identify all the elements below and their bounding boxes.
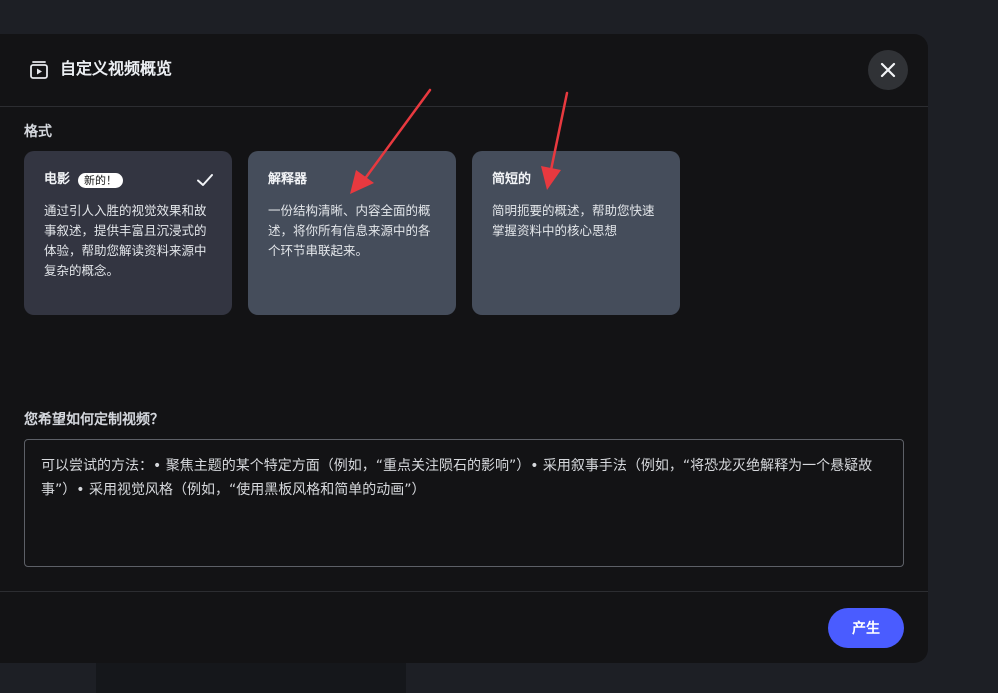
dialog-title: 自定义视频概览 — [60, 59, 173, 78]
customize-video-dialog: 自定义视频概览 格式 电影 新的！ 通过引人入胜的视觉效果和故事叙述，提供丰富且… — [0, 34, 928, 663]
close-icon — [880, 62, 896, 78]
customize-section-label: 您希望如何定制视频？ — [24, 412, 164, 428]
customize-prompt-input[interactable] — [24, 439, 904, 567]
background-panel — [96, 662, 406, 693]
format-card-brief[interactable]: 简短的 简明扼要的概述，帮助您快速掌握资料中的核心思想 — [472, 151, 680, 315]
card-title-row: 解释器 — [268, 171, 436, 189]
card-title-row: 简短的 — [492, 171, 660, 189]
dialog-header: 自定义视频概览 — [0, 34, 928, 107]
footer-divider — [0, 591, 928, 592]
checkmark-icon — [197, 174, 213, 186]
video-playlist-icon — [30, 61, 48, 79]
generate-button[interactable]: 产生 — [828, 608, 904, 648]
card-title: 简短的 — [492, 172, 532, 187]
card-title: 电影 — [44, 172, 71, 187]
card-description: 一份结构清晰、内容全面的概述，将你所有信息来源中的各个环节串联起来。 — [268, 203, 431, 258]
card-description: 通过引人入胜的视觉效果和故事叙述，提供丰富且沉浸式的体验，帮助您解读资料来源中复… — [44, 203, 207, 278]
card-title-row: 电影 新的！ — [44, 171, 212, 189]
format-card-movie[interactable]: 电影 新的！ 通过引人入胜的视觉效果和故事叙述，提供丰富且沉浸式的体验，帮助您解… — [24, 151, 232, 315]
format-card-explainer[interactable]: 解释器 一份结构清晰、内容全面的概述，将你所有信息来源中的各个环节串联起来。 — [248, 151, 456, 315]
card-title: 解释器 — [268, 172, 308, 187]
format-section-label: 格式 — [24, 124, 52, 140]
card-description: 简明扼要的概述，帮助您快速掌握资料中的核心思想 — [492, 203, 655, 238]
close-button[interactable] — [868, 50, 908, 90]
new-badge: 新的！ — [78, 172, 124, 188]
